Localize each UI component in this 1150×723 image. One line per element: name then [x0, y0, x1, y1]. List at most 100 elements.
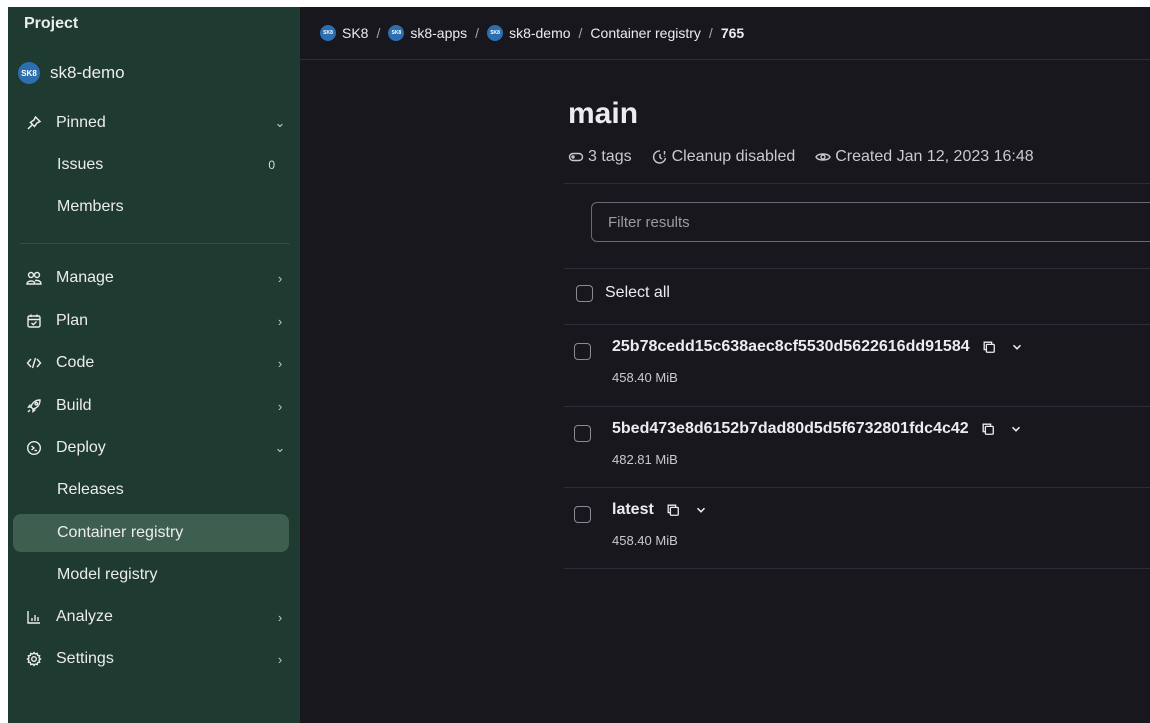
tag-size: 458.40 MiB — [612, 370, 678, 385]
list-item: 25b78cedd15c638aec8cf5530d5622616dd91584… — [564, 326, 1150, 406]
select-all-row[interactable]: Select all — [576, 284, 670, 302]
chevron-down-icon[interactable] — [1008, 338, 1026, 356]
chevron-right-icon: › — [277, 355, 283, 371]
sidebar-item-label: Model registry — [57, 566, 158, 583]
project-avatar-icon: SK8 — [487, 25, 504, 41]
chevron-right-icon: › — [277, 651, 283, 667]
sidebar-item-label: Releases — [57, 481, 124, 498]
sidebar-item-label: Container registry — [57, 524, 184, 541]
tag-size: 482.81 MiB — [612, 452, 678, 467]
breadcrumb-label: sk8-demo — [509, 25, 571, 41]
rocket-icon — [12, 398, 56, 414]
chevron-down-icon: ⌄ — [274, 440, 286, 455]
sidebar-item-manage[interactable]: Manage › — [12, 260, 290, 296]
sidebar-item-members[interactable]: Members — [13, 189, 289, 225]
tags-count: 3 tags — [568, 148, 632, 166]
sidebar-item-label: Issues — [57, 156, 104, 173]
divider — [564, 487, 1150, 488]
breadcrumb-separator: / — [578, 25, 583, 41]
tag-checkbox[interactable] — [574, 425, 591, 442]
breadcrumb-label: SK8 — [342, 25, 369, 41]
breadcrumb-separator: / — [376, 25, 381, 41]
breadcrumb-item-current[interactable]: 765 — [721, 25, 744, 41]
created-label: Created Jan 12, 2023 16:48 — [835, 148, 1034, 165]
divider — [564, 324, 1150, 325]
list-item: 5bed473e8d6152b7dad80d5d5f6732801fdc4c42… — [564, 408, 1150, 488]
tag-checkbox[interactable] — [574, 343, 591, 360]
group-avatar-icon: SK8 — [388, 25, 405, 41]
sidebar-item-label: Pinned — [56, 114, 106, 131]
copy-icon[interactable] — [664, 501, 682, 519]
sidebar-item-label: Manage — [56, 269, 114, 286]
sidebar: Project SK8 sk8-demo Pinned ⌄ Issues 0 M… — [8, 7, 300, 723]
sidebar-item-label: Deploy — [56, 439, 106, 456]
select-all-label: Select all — [605, 284, 670, 301]
sidebar-item-label: Build — [56, 397, 92, 414]
clock-warning-icon — [652, 150, 666, 164]
sidebar-item-deploy[interactable]: Deploy ⌄ — [12, 430, 290, 466]
breadcrumb: SK8 SK8 / SK8 sk8-apps / SK8 sk8-demo / … — [300, 7, 1150, 60]
divider — [564, 568, 1150, 569]
filter-bar[interactable] — [591, 202, 1150, 242]
sidebar-item-label: Members — [57, 198, 124, 215]
breadcrumb-label: 765 — [720, 25, 745, 41]
sidebar-item-pinned[interactable]: Pinned ⌄ — [12, 105, 290, 141]
breadcrumb-item-container-registry[interactable]: Container registry — [590, 25, 701, 41]
chart-icon — [12, 609, 56, 625]
tag-checkbox[interactable] — [574, 506, 591, 523]
breadcrumb-label: Container registry — [590, 25, 701, 41]
cleanup-label: Cleanup disabled — [671, 148, 796, 165]
deploy-icon — [12, 440, 56, 456]
filter-input[interactable] — [606, 212, 1150, 232]
tag-name: 25b78cedd15c638aec8cf5530d5622616dd91584 — [612, 338, 970, 355]
sidebar-item-analyze[interactable]: Analyze › — [12, 599, 290, 635]
chevron-right-icon: › — [277, 270, 283, 286]
sidebar-item-plan[interactable]: Plan › — [12, 303, 290, 339]
eye-icon — [815, 153, 832, 161]
sidebar-header: Project — [24, 15, 79, 32]
page-title: main — [568, 97, 639, 130]
project-link[interactable]: SK8 sk8-demo — [18, 60, 125, 86]
breadcrumb-separator: / — [475, 25, 480, 41]
copy-icon[interactable] — [980, 338, 998, 356]
sidebar-item-container-registry[interactable]: Container registry — [13, 514, 289, 552]
main-content: main 3 tags Cleanup disabled Created Jan… — [564, 59, 1150, 723]
divider — [564, 183, 1150, 184]
sidebar-item-label: Settings — [56, 650, 114, 667]
sidebar-item-code[interactable]: Code › — [12, 345, 290, 381]
chevron-down-icon: ⌄ — [274, 115, 286, 130]
calendar-icon — [12, 313, 56, 329]
sidebar-item-issues[interactable]: Issues 0 — [13, 147, 289, 183]
tag-size: 458.40 MiB — [612, 533, 678, 548]
tag-name: 5bed473e8d6152b7dad80d5d5f6732801fdc4c42 — [612, 420, 969, 437]
issues-count-badge: 0 — [268, 158, 275, 172]
project-name: sk8-demo — [50, 63, 125, 82]
project-avatar: SK8 — [18, 62, 40, 84]
sidebar-item-model-registry[interactable]: Model registry — [13, 557, 289, 593]
breadcrumb-label: sk8-apps — [410, 25, 468, 41]
breadcrumb-item-sk8-demo[interactable]: SK8 sk8-demo — [487, 25, 571, 41]
breadcrumb-item-sk8-apps[interactable]: SK8 sk8-apps — [388, 25, 467, 41]
created-date: Created Jan 12, 2023 16:48 — [815, 148, 1034, 166]
chevron-down-icon[interactable] — [692, 501, 710, 519]
users-icon — [12, 270, 56, 286]
divider — [564, 268, 1150, 269]
chevron-right-icon: › — [277, 313, 283, 329]
chevron-right-icon: › — [277, 609, 283, 625]
sidebar-divider — [20, 243, 290, 244]
sidebar-item-settings[interactable]: Settings › — [12, 641, 290, 677]
image-metadata: 3 tags Cleanup disabled Created Jan 12, … — [568, 148, 1034, 166]
select-all-checkbox[interactable] — [576, 284, 593, 302]
breadcrumb-item-sk8[interactable]: SK8 SK8 — [320, 25, 368, 41]
tag-name: latest — [612, 501, 654, 518]
code-icon — [12, 355, 56, 371]
gear-icon — [12, 651, 56, 667]
group-avatar-icon: SK8 — [320, 25, 336, 41]
sidebar-item-build[interactable]: Build › — [12, 388, 290, 424]
sidebar-item-releases[interactable]: Releases — [13, 472, 289, 508]
copy-icon[interactable] — [979, 420, 997, 438]
chevron-right-icon: › — [277, 398, 283, 414]
divider — [564, 406, 1150, 407]
chevron-down-icon[interactable] — [1007, 420, 1025, 438]
list-item: latest 458.40 MiB — [564, 489, 1150, 569]
